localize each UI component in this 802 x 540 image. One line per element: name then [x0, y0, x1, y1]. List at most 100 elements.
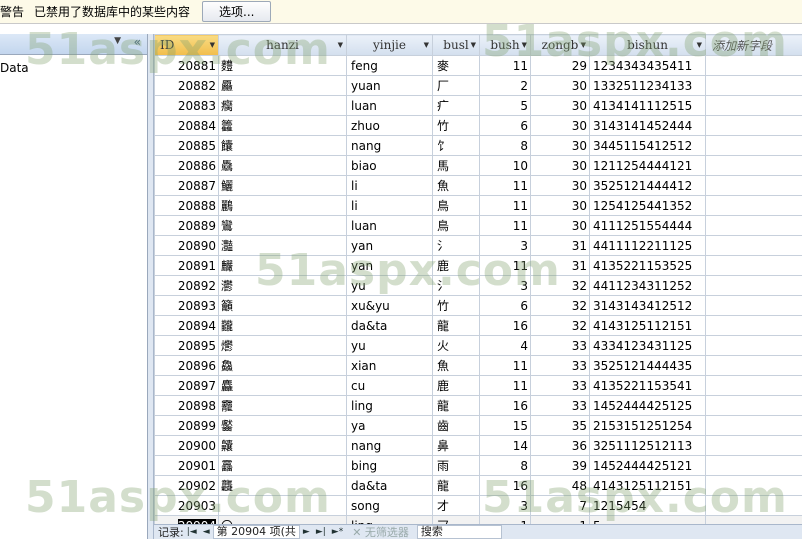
cell-hanzi[interactable]: 䵄	[219, 56, 347, 76]
cell-bushouhua[interactable]: 15	[480, 416, 531, 436]
table-row[interactable]: 20896鱻xian魚11333525121444435	[155, 356, 802, 376]
cell-hanzi[interactable]: 靐	[219, 456, 347, 476]
cell-zongbihua[interactable]: 30	[531, 96, 590, 116]
cell-bushouhua[interactable]: 11	[480, 256, 531, 276]
cell-zongbihua[interactable]: 33	[531, 396, 590, 416]
cell-bushou[interactable]: 龍	[433, 396, 480, 416]
cell-bushou[interactable]: 才	[433, 496, 480, 516]
prev-record-icon[interactable]: ◄	[203, 527, 210, 537]
cell-yinjie[interactable]: biao	[347, 156, 433, 176]
cell-bushouhua[interactable]: 5	[480, 96, 531, 116]
cell-bushou[interactable]: 氵	[433, 276, 480, 296]
table-row[interactable]: 20901靐bing雨8391452444425121	[155, 456, 802, 476]
search-box[interactable]: 搜索	[417, 525, 502, 539]
cell-bishun[interactable]: 4143125112151	[590, 476, 706, 496]
cell-id[interactable]: 20890	[155, 236, 219, 256]
cell-bishun[interactable]: 1254125441352	[590, 196, 706, 216]
cell-bishun[interactable]: 2153151251254	[590, 416, 706, 436]
cell-bushou[interactable]: 麥	[433, 56, 480, 76]
cell-zongbihua[interactable]: 33	[531, 376, 590, 396]
next-record-icon[interactable]: ►	[303, 527, 310, 537]
cell-hanzi[interactable]: 龖	[219, 316, 347, 336]
cell-add-field[interactable]	[706, 296, 802, 316]
collapse-pane-icon[interactable]: «	[134, 35, 141, 49]
record-number-box[interactable]: 第 20904 项(共	[213, 525, 300, 539]
cell-zongbihua[interactable]: 30	[531, 76, 590, 96]
cell-id[interactable]: 20900	[155, 436, 219, 456]
cell-yinjie[interactable]: da&ta	[347, 316, 433, 336]
cell-hanzi[interactable]: 灩	[219, 236, 347, 256]
cell-bushouhua[interactable]: 16	[480, 476, 531, 496]
cell-yinjie[interactable]: cu	[347, 376, 433, 396]
cell-bushouhua[interactable]: 11	[480, 176, 531, 196]
cell-zongbihua[interactable]: 30	[531, 176, 590, 196]
last-record-icon[interactable]: ►|	[316, 527, 326, 537]
table-row[interactable]: 20885饢nang饣8303445115412512	[155, 136, 802, 156]
cell-bushouhua[interactable]: 6	[480, 296, 531, 316]
cell-bushouhua[interactable]: 11	[480, 196, 531, 216]
cell-id[interactable]: 20892	[155, 276, 219, 296]
table-row[interactable]: 20887鱺li魚11303525121444412	[155, 176, 802, 196]
cell-add-field[interactable]	[706, 476, 802, 496]
cell-add-field[interactable]	[706, 416, 802, 436]
cell-yinjie[interactable]: ya	[347, 416, 433, 436]
cell-add-field[interactable]	[706, 76, 802, 96]
cell-bushou[interactable]: 厂	[433, 76, 480, 96]
cell-hanzi[interactable]: 驫	[219, 156, 347, 176]
cell-add-field[interactable]	[706, 136, 802, 156]
cell-yinjie[interactable]: luan	[347, 96, 433, 116]
table-row[interactable]: 20886驫biao馬10301211254444121	[155, 156, 802, 176]
cell-bishun[interactable]: 3251112512113	[590, 436, 706, 456]
cell-bushouhua[interactable]: 11	[480, 216, 531, 236]
cell-bishun[interactable]: 3143143412512	[590, 296, 706, 316]
table-row[interactable]: 20883癵luan疒5304134141112515	[155, 96, 802, 116]
cell-bushou[interactable]: 馬	[433, 156, 480, 176]
cell-bushouhua[interactable]: 16	[480, 396, 531, 416]
cell-id[interactable]: 20884	[155, 116, 219, 136]
cell-zongbihua[interactable]: 7	[531, 496, 590, 516]
cell-bushou[interactable]: 竹	[433, 296, 480, 316]
cell-bushouhua[interactable]: 3	[480, 276, 531, 296]
cell-bushou[interactable]: 龍	[433, 316, 480, 336]
cell-hanzi[interactable]: 厵	[219, 76, 347, 96]
cell-yinjie[interactable]: da&ta	[347, 476, 433, 496]
cell-hanzi[interactable]: 鸞	[219, 216, 347, 236]
options-button[interactable]: 选项...	[202, 1, 271, 22]
cell-bushou[interactable]: 鳥	[433, 196, 480, 216]
cell-zongbihua[interactable]: 30	[531, 196, 590, 216]
cell-bishun[interactable]: 4111251554444	[590, 216, 706, 236]
cell-yinjie[interactable]: xu&yu	[347, 296, 433, 316]
col-header-add-field[interactable]: 添加新字段	[706, 35, 802, 56]
cell-add-field[interactable]	[706, 496, 802, 516]
table-row[interactable]: 20903song才371215454	[155, 496, 802, 516]
cell-hanzi[interactable]: 鱺	[219, 176, 347, 196]
cell-hanzi[interactable]: 癵	[219, 96, 347, 116]
cell-bishun[interactable]: 1215454	[590, 496, 706, 516]
cell-zongbihua[interactable]: 30	[531, 136, 590, 156]
cell-bishun[interactable]: 3525121444412	[590, 176, 706, 196]
nav-item-data[interactable]: Data	[0, 55, 147, 75]
cell-bushou[interactable]: 疒	[433, 96, 480, 116]
cell-add-field[interactable]	[706, 396, 802, 416]
cell-yinjie[interactable]: yu	[347, 276, 433, 296]
cell-hanzi[interactable]	[219, 496, 347, 516]
cell-yinjie[interactable]: ling	[347, 396, 433, 416]
cell-bishun[interactable]: 4143125112151	[590, 316, 706, 336]
first-record-icon[interactable]: |◄	[187, 527, 197, 537]
cell-add-field[interactable]	[706, 256, 802, 276]
cell-bishun[interactable]: 5	[590, 516, 706, 525]
filter-indicator[interactable]: ✕ 无筛选器	[352, 524, 409, 540]
cell-zongbihua[interactable]: 30	[531, 216, 590, 236]
table-row[interactable]: 20900齉nang鼻14363251112512113	[155, 436, 802, 456]
cell-zongbihua[interactable]: 33	[531, 336, 590, 356]
cell-bushouhua[interactable]: 4	[480, 336, 531, 356]
table-row[interactable]: 20898龗ling龍16331452444425125	[155, 396, 802, 416]
cell-id[interactable]: 20885	[155, 136, 219, 156]
cell-bushouhua[interactable]: 11	[480, 376, 531, 396]
cell-hanzi[interactable]: 齉	[219, 436, 347, 456]
cell-bushou[interactable]: 鹿	[433, 376, 480, 396]
cell-yinjie[interactable]: yan	[347, 256, 433, 276]
cell-id[interactable]: 20898	[155, 396, 219, 416]
cell-bishun[interactable]: 3525121444435	[590, 356, 706, 376]
cell-add-field[interactable]	[706, 336, 802, 356]
